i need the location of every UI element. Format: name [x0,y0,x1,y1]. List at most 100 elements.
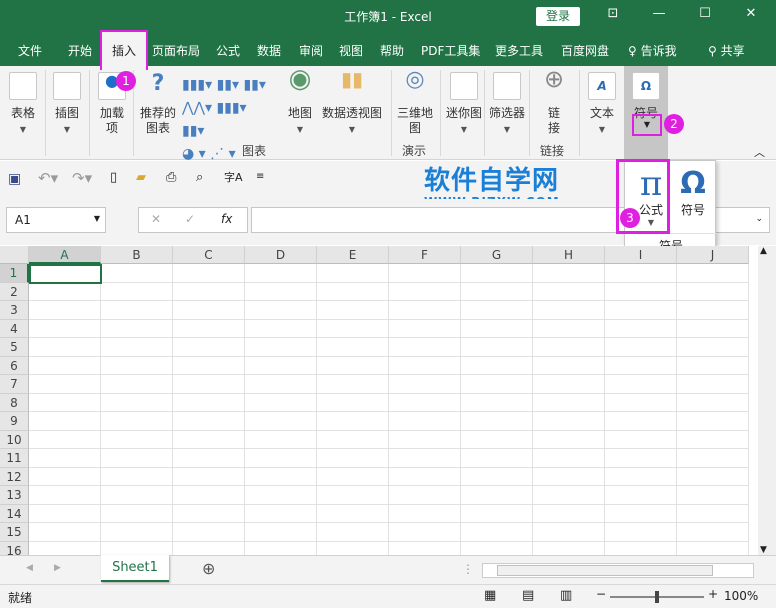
cell[interactable] [461,393,533,412]
scroll-up-icon[interactable]: ▲ [760,246,767,256]
cell[interactable] [461,264,533,283]
cell[interactable] [605,319,677,338]
cell[interactable] [533,412,605,431]
cell[interactable] [461,338,533,357]
cell[interactable] [461,412,533,431]
cell[interactable] [677,467,749,486]
cell[interactable] [29,282,101,301]
cell[interactable] [245,319,317,338]
sparklines-button[interactable]: 迷你图 ▼ [444,72,484,137]
horizontal-scrollbar[interactable] [482,563,754,578]
row-header[interactable]: 12 [0,467,29,486]
column-header[interactable]: G [461,246,533,264]
sheet-tab-sheet1[interactable]: Sheet1 [101,555,169,582]
cell[interactable] [29,301,101,320]
cell[interactable] [101,282,173,301]
cell[interactable] [101,375,173,394]
cell[interactable] [173,504,245,523]
cell[interactable] [101,264,173,283]
illustrations-button[interactable]: 插图 ▼ [50,72,84,137]
cell[interactable] [29,412,101,431]
cell[interactable] [101,319,173,338]
cell[interactable] [533,375,605,394]
cell[interactable] [101,541,173,555]
cell[interactable] [173,375,245,394]
cell[interactable] [29,504,101,523]
pivot-chart-button[interactable]: ▮▮ 数据透视图 ▼ [320,69,384,137]
cell[interactable] [533,264,605,283]
cell[interactable] [533,449,605,468]
cell[interactable] [605,393,677,412]
page-layout-view-icon[interactable]: ▤ [522,588,534,603]
cell[interactable] [533,467,605,486]
cancel-icon[interactable]: ✕ [151,212,161,226]
normal-view-icon[interactable]: ▦ [484,588,496,603]
cell[interactable] [461,301,533,320]
cell[interactable] [461,504,533,523]
cell[interactable] [29,356,101,375]
row-header[interactable]: 15 [0,523,29,542]
tab-insert[interactable]: 插入 [100,30,148,70]
cell[interactable] [173,338,245,357]
table-button[interactable]: 表格 ▼ [6,72,40,137]
cell[interactable] [101,393,173,412]
row-header[interactable]: 9 [0,412,29,431]
cell[interactable] [533,319,605,338]
tab-pdf-tools[interactable]: PDF工具集 [421,42,480,59]
cell[interactable] [245,541,317,555]
cell[interactable] [533,504,605,523]
cell[interactable] [317,264,389,283]
cell[interactable] [245,264,317,283]
cell[interactable] [101,449,173,468]
cell[interactable] [677,523,749,542]
link-button[interactable]: ⊕ 链接 [534,67,574,136]
column-header[interactable]: D [245,246,317,264]
cell[interactable] [29,523,101,542]
customize-qat-icon[interactable]: ≡ [256,171,264,182]
cell[interactable] [677,449,749,468]
cell[interactable] [389,319,461,338]
tab-help[interactable]: 帮助 [380,42,404,59]
zoom-out-button[interactable]: − [596,587,606,601]
column-header[interactable]: H [533,246,605,264]
cell[interactable] [173,282,245,301]
cell[interactable] [101,356,173,375]
cell[interactable] [461,319,533,338]
cell[interactable] [389,393,461,412]
cell[interactable] [533,338,605,357]
cell[interactable] [317,467,389,486]
row-header[interactable]: 6 [0,356,29,375]
cell[interactable] [389,282,461,301]
cell[interactable] [677,430,749,449]
scroll-sheets-left-icon[interactable]: ◀ [26,563,33,573]
scroll-sheets-right-icon[interactable]: ▶ [54,563,61,573]
row-header[interactable]: 3 [0,301,29,320]
cell[interactable] [605,264,677,283]
cell[interactable] [677,264,749,283]
cell[interactable] [29,467,101,486]
cell[interactable] [677,486,749,505]
cell[interactable] [605,467,677,486]
column-header[interactable]: C [173,246,245,264]
cell[interactable] [245,338,317,357]
cell[interactable] [29,375,101,394]
cell[interactable] [389,523,461,542]
vertical-scrollbar[interactable]: ▲ ▼ [758,246,776,555]
row-header[interactable]: 11 [0,449,29,468]
row-header[interactable]: 2 [0,282,29,301]
column-header[interactable]: J [677,246,749,264]
cell[interactable] [389,504,461,523]
spreadsheet-grid[interactable]: A B C D E F G H I J 1 2 3 4 5 6 7 8 9 10 11 12 13 14 15 16 [0,246,758,555]
cell[interactable] [245,467,317,486]
tab-data[interactable]: 数据 [257,42,281,59]
cell[interactable] [245,301,317,320]
cell[interactable] [389,486,461,505]
cell[interactable] [173,264,245,283]
redo-icon[interactable]: ↷▾ [72,169,92,187]
cell[interactable] [533,282,605,301]
cell[interactable] [461,430,533,449]
cell[interactable] [317,375,389,394]
zoom-slider[interactable] [610,591,704,603]
cell[interactable] [389,301,461,320]
save-icon[interactable]: ▣ [8,171,21,187]
